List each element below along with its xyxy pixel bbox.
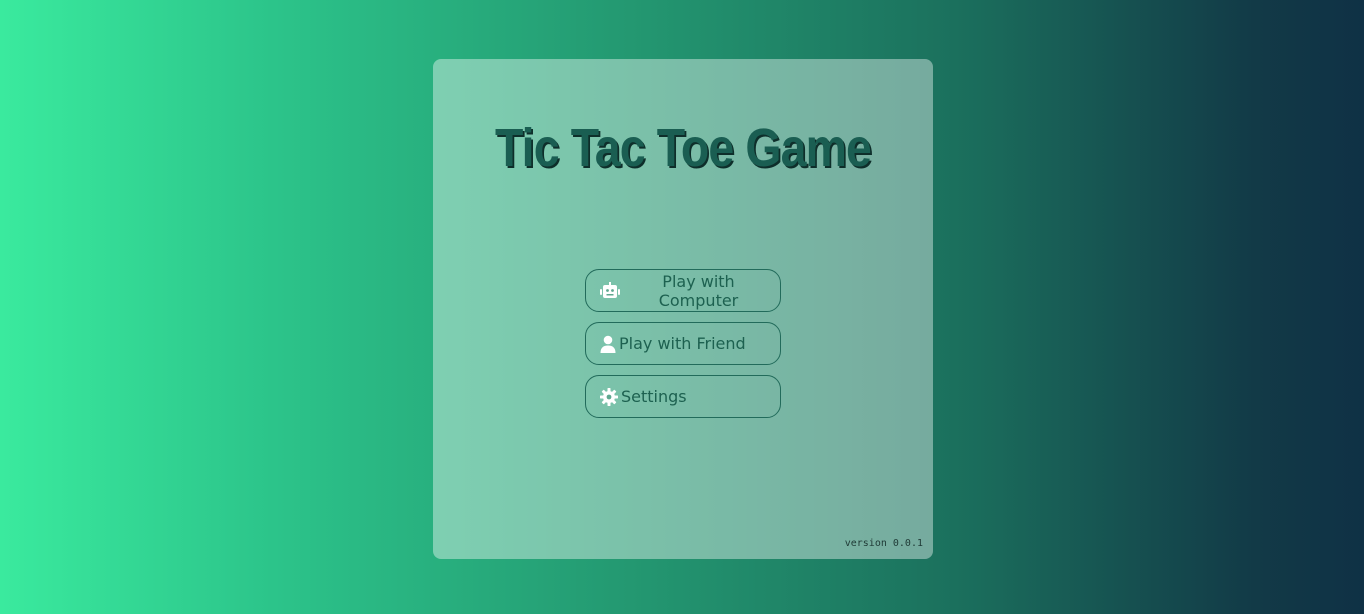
main-menu: Play with Computer Play with Friend Sett… — [585, 269, 781, 428]
game-title: Tic Tac Toe Game — [495, 118, 872, 178]
user-icon — [600, 335, 616, 353]
play-with-friend-button[interactable]: Play with Friend — [585, 322, 781, 365]
version-label: version 0.0.1 — [844, 538, 923, 549]
main-menu-card: Tic Tac Toe Game Play with Computer Play… — [433, 59, 933, 559]
play-with-friend-label: Play with Friend — [619, 334, 746, 353]
settings-button[interactable]: Settings — [585, 375, 781, 418]
play-with-computer-button[interactable]: Play with Computer — [585, 269, 781, 312]
gear-icon — [600, 387, 618, 406]
settings-label: Settings — [621, 387, 687, 406]
robot-icon — [600, 281, 620, 300]
play-with-computer-label: Play with Computer — [658, 271, 739, 310]
